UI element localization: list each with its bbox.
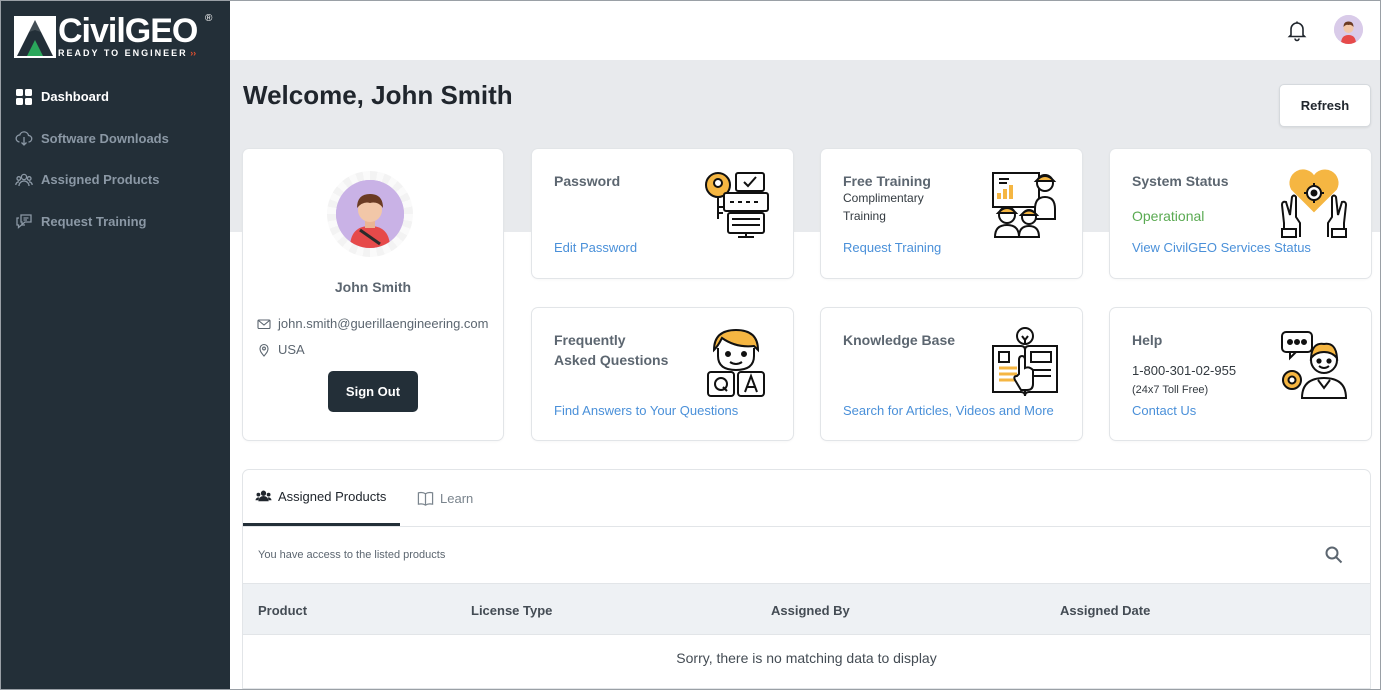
sidebar-nav: Dashboard Software Downloads Assigned Pr… — [0, 76, 230, 242]
sidebar: CivilGEO ® READY TO ENGINEER ›› Dashboar… — [0, 0, 230, 690]
help-hours: (24x7 Toll Free) — [1132, 384, 1209, 396]
search-articles-link[interactable]: Search for Articles, Videos and More — [843, 403, 1054, 418]
user-avatar[interactable] — [1334, 15, 1363, 44]
knowledge-base-title: Knowledge Base — [843, 332, 956, 348]
contact-us-link[interactable]: Contact Us — [1132, 403, 1196, 418]
find-answers-link[interactable]: Find Answers to Your Questions — [554, 403, 738, 418]
sidebar-item-label: Software Downloads — [41, 130, 169, 146]
edit-password-link[interactable]: Edit Password — [554, 240, 637, 255]
free-training-card[interactable]: Free Training Complimentary Training Req… — [821, 149, 1082, 278]
profile-name: John Smith — [334, 279, 412, 295]
profile-location-row: USA — [257, 342, 305, 357]
faq-title-line-2: Asked Questions — [554, 352, 669, 368]
avatar-icon — [1334, 15, 1363, 44]
book-open-icon — [417, 491, 434, 506]
help-illustration-icon — [1281, 331, 1348, 399]
table-header: Product License Type Assigned By Assigne… — [243, 583, 1370, 635]
products-panel: Assigned Products Learn You have access … — [243, 470, 1370, 688]
search-icon[interactable] — [1324, 545, 1344, 565]
sidebar-item-software-downloads[interactable]: Software Downloads — [0, 118, 230, 160]
users-icon — [255, 490, 272, 502]
avatar-icon — [336, 180, 404, 248]
sidebar-item-assigned-products[interactable]: Assigned Products — [0, 159, 230, 201]
grid-icon — [16, 88, 32, 105]
panel-tabs: Assigned Products Learn — [243, 470, 1370, 527]
help-card[interactable]: Help 1-800-301-02-955 (24x7 Toll Free) C… — [1110, 308, 1371, 440]
mail-icon — [257, 318, 271, 329]
tab-assigned-products[interactable]: Assigned Products — [243, 470, 400, 526]
refresh-button[interactable]: Refresh — [1279, 84, 1371, 127]
faq-illustration-icon — [707, 328, 765, 397]
faq-card[interactable]: Frequently Asked Questions Find Answers … — [532, 308, 793, 440]
logo-registered: ® — [205, 13, 213, 24]
profile-email-row: john.smith@guerillaengineering.com — [257, 316, 488, 331]
bell-icon[interactable] — [1285, 18, 1309, 42]
sign-out-button[interactable]: Sign Out — [328, 371, 418, 412]
sidebar-item-label: Assigned Products — [41, 172, 160, 188]
system-status-value: Operational — [1132, 208, 1205, 224]
page-title: Welcome, John Smith — [243, 80, 513, 110]
free-training-title: Free Training — [843, 173, 931, 189]
top-bar — [230, 0, 1381, 60]
users-icon — [15, 173, 33, 186]
access-description: You have access to the listed products — [258, 549, 446, 561]
logo-wordmark: CivilGEO — [58, 12, 198, 50]
cloud-download-icon — [15, 131, 33, 147]
profile-avatar — [327, 171, 413, 257]
free-training-subtitle-2: Training — [843, 209, 886, 223]
status-illustration-icon — [1280, 169, 1348, 238]
column-header-assigned-by[interactable]: Assigned By — [771, 584, 850, 636]
empty-table-message: Sorry, there is no matching data to disp… — [676, 650, 937, 666]
password-card[interactable]: Password Edit Password — [532, 149, 793, 278]
help-title: Help — [1132, 332, 1163, 348]
chat-icon — [16, 214, 32, 230]
column-header-license-type[interactable]: License Type — [471, 584, 552, 636]
tab-label: Learn — [440, 490, 474, 506]
column-header-assigned-date[interactable]: Assigned Date — [1060, 584, 1150, 636]
training-illustration-icon — [992, 172, 1057, 238]
sidebar-item-label: Request Training — [41, 213, 147, 229]
civilgeo-logo[interactable]: CivilGEO ® READY TO ENGINEER ›› — [14, 12, 218, 60]
logo-mountain-icon — [14, 16, 56, 58]
help-phone: 1-800-301-02-955 — [1132, 363, 1237, 378]
profile-email: john.smith@guerillaengineering.com — [278, 316, 489, 331]
profile-card: John Smith john.smith@guerillaengineerin… — [243, 149, 503, 440]
sidebar-item-request-training[interactable]: Request Training — [0, 201, 230, 243]
profile-country: USA — [278, 342, 305, 357]
password-illustration-icon — [705, 172, 769, 238]
tab-label: Assigned Products — [278, 489, 387, 504]
faq-title-line-1: Frequently — [554, 332, 626, 348]
view-services-status-link[interactable]: View CivilGEO Services Status — [1132, 240, 1311, 255]
password-title: Password — [554, 173, 621, 189]
logo-tagline: READY TO ENGINEER ›› — [58, 48, 197, 58]
free-training-subtitle-1: Complimentary — [843, 191, 924, 205]
knowledge-base-illustration-icon — [992, 327, 1058, 397]
request-training-link[interactable]: Request Training — [843, 240, 941, 255]
tab-learn[interactable]: Learn — [417, 470, 473, 526]
knowledge-base-card[interactable]: Knowledge Base Search for Articles, Vide… — [821, 308, 1082, 440]
column-header-product[interactable]: Product — [258, 584, 307, 636]
sidebar-item-label: Dashboard — [41, 89, 109, 105]
system-status-card[interactable]: System Status Operational View CivilGEO … — [1110, 149, 1371, 278]
system-status-title: System Status — [1132, 173, 1229, 189]
location-pin-icon — [259, 343, 269, 357]
sidebar-item-dashboard[interactable]: Dashboard — [0, 76, 230, 118]
